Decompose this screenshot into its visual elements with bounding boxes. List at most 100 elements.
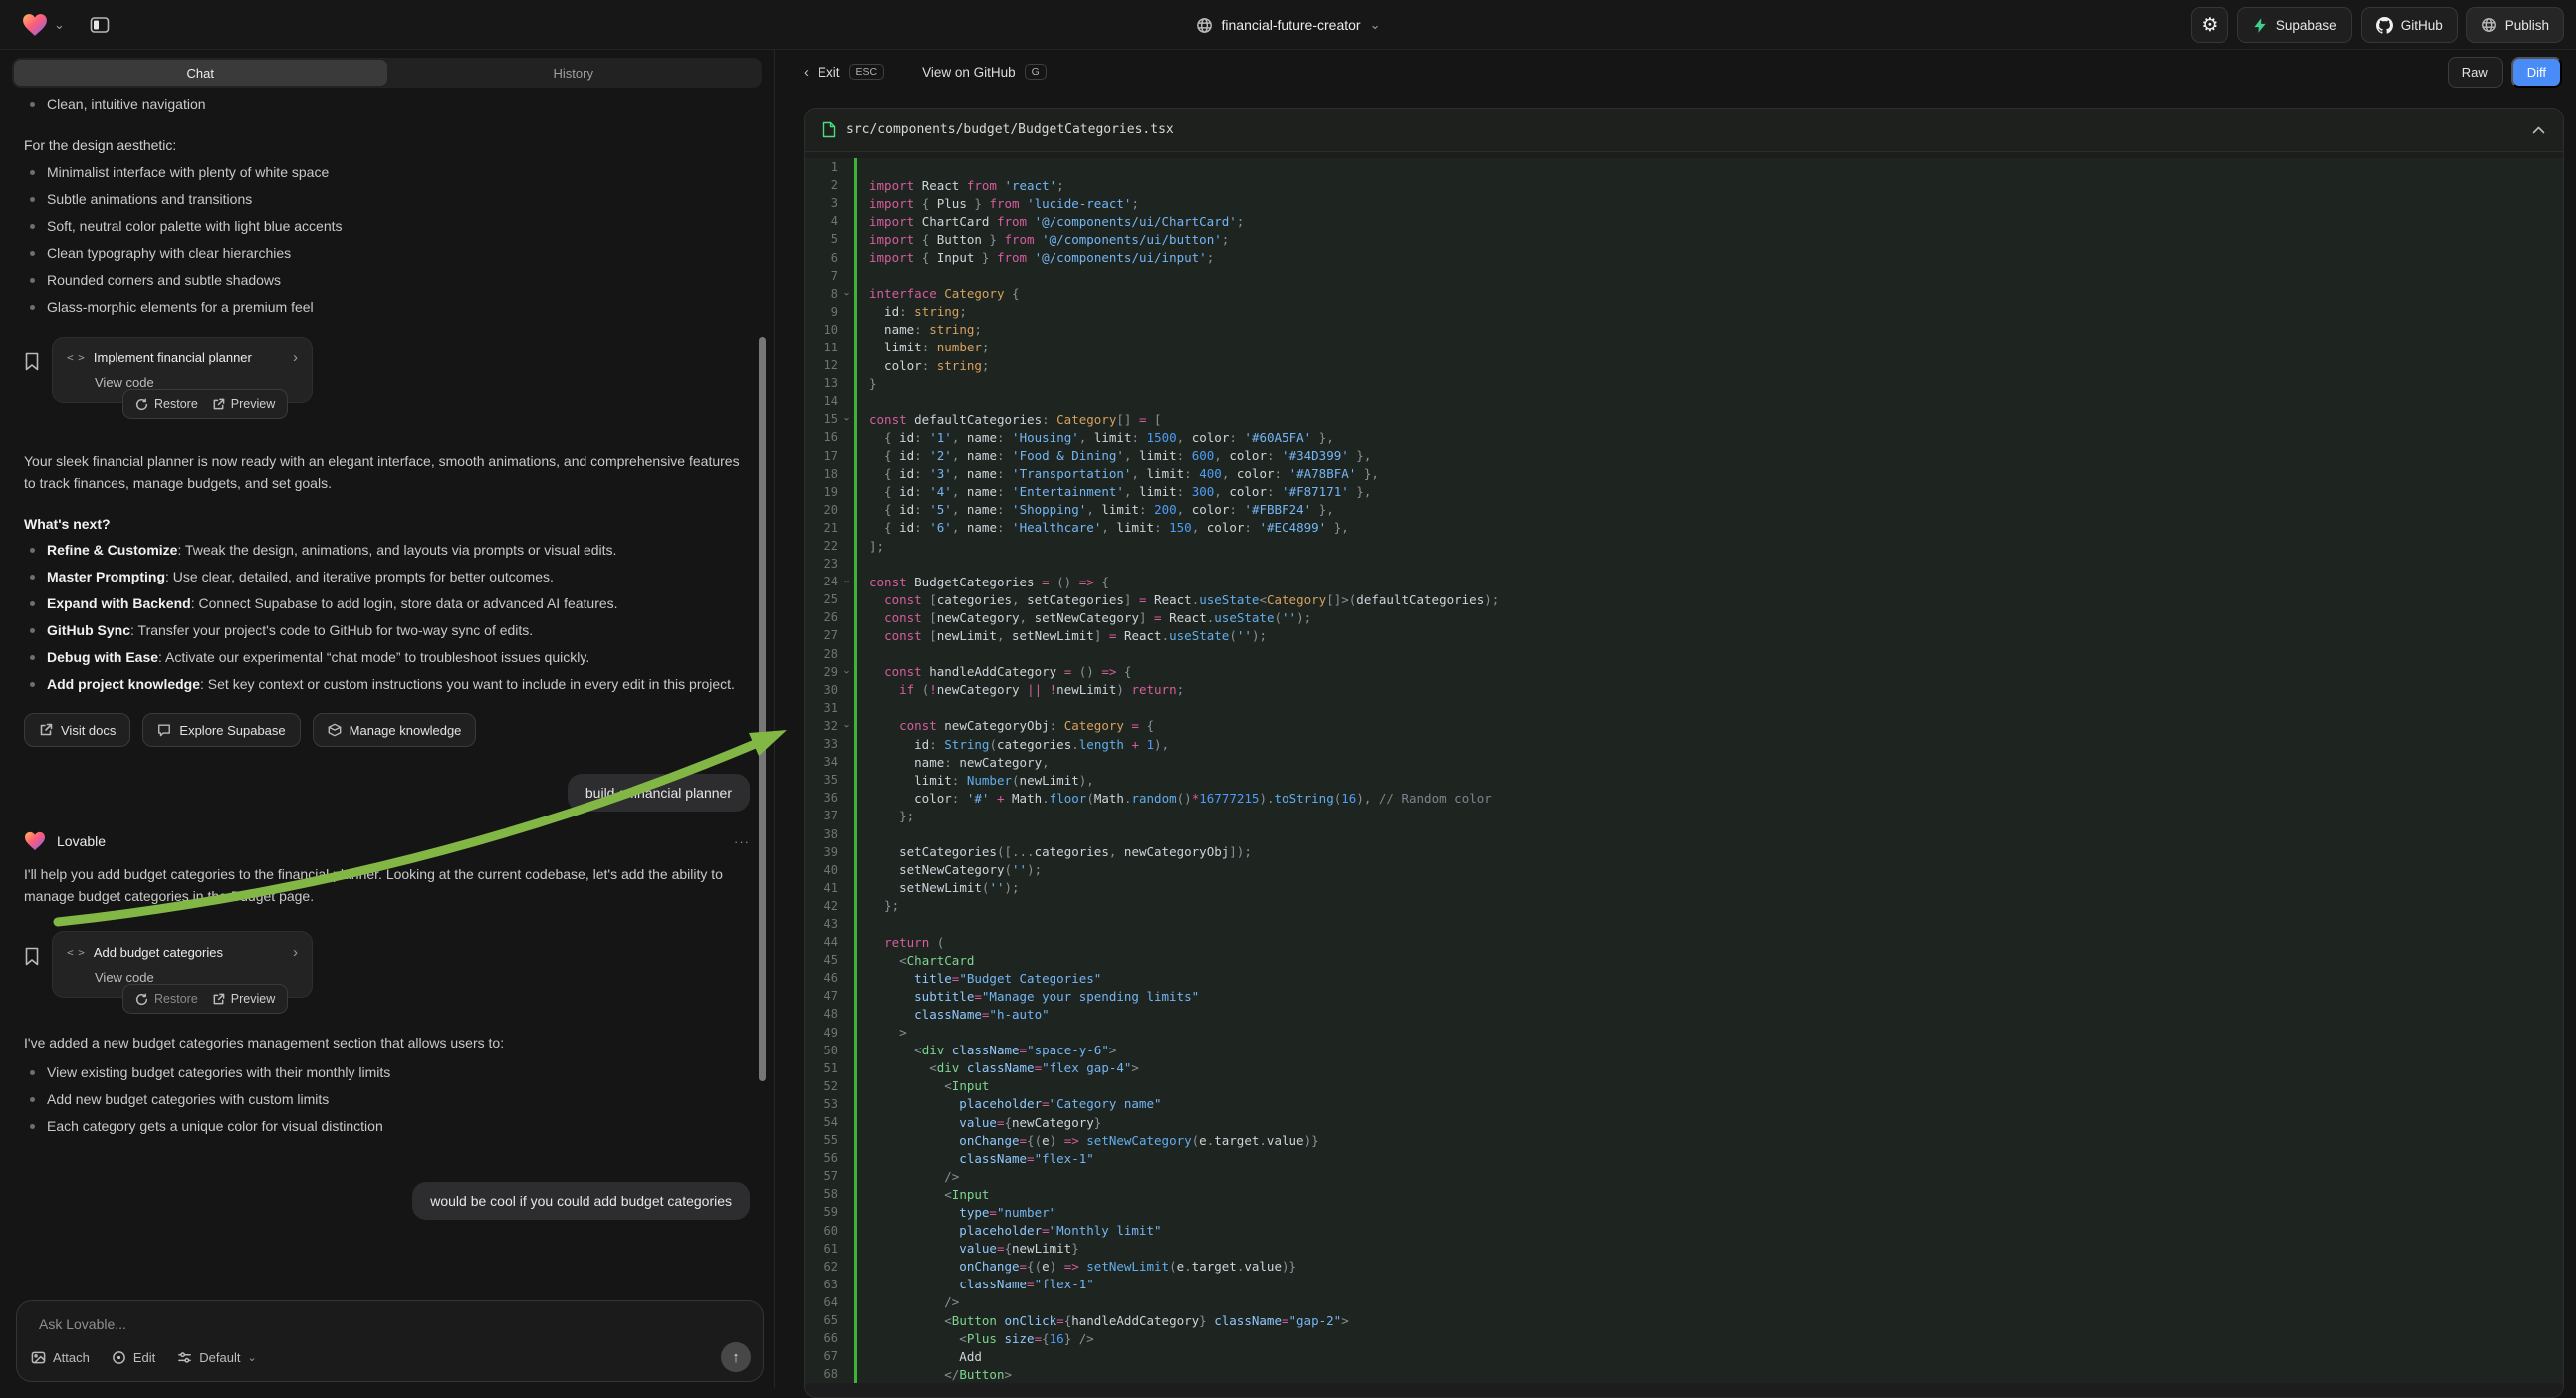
line-number: 27 bbox=[805, 628, 838, 642]
sliders-icon bbox=[177, 1350, 192, 1365]
attach-button[interactable]: Attach bbox=[31, 1350, 90, 1365]
github-button[interactable]: GitHub bbox=[2361, 7, 2458, 43]
list-item: Subtle animations and transitions bbox=[24, 189, 750, 209]
list-item: Rounded corners and subtle shadows bbox=[24, 270, 750, 290]
bullet-dot bbox=[30, 1097, 35, 1102]
view-on-github-button[interactable]: View on GitHub G bbox=[922, 64, 1047, 81]
restore-button[interactable]: Restore bbox=[135, 992, 198, 1006]
chat-scrollbar[interactable] bbox=[759, 337, 766, 1081]
prompt-input[interactable]: Ask Lovable... bbox=[39, 1316, 749, 1332]
next-steps-list: Refine & Customize: Tweak the design, an… bbox=[24, 540, 750, 694]
code-line: 54 value={newCategory} bbox=[805, 1113, 2563, 1131]
g-keycap: G bbox=[1025, 64, 1047, 81]
tab-history[interactable]: History bbox=[387, 60, 761, 86]
line-number: 16 bbox=[805, 430, 838, 444]
code-line: 35 limit: Number(newLimit), bbox=[805, 771, 2563, 789]
fold-chevron-icon[interactable]: › bbox=[837, 574, 855, 589]
code-line: 67 Add bbox=[805, 1347, 2563, 1365]
bullet-dot bbox=[30, 655, 35, 660]
code-editor[interactable]: 12import React from 'react';3import { Pl… bbox=[805, 152, 2563, 1383]
explore-supabase-button[interactable]: Explore Supabase bbox=[142, 713, 300, 747]
line-number: 30 bbox=[805, 683, 838, 697]
publish-globe-icon bbox=[2481, 17, 2497, 33]
code-line: 59 type="number" bbox=[805, 1203, 2563, 1221]
settings-button[interactable]: ⚙ bbox=[2191, 7, 2228, 43]
code-line: 44 return ( bbox=[805, 933, 2563, 951]
bookmark-icon[interactable] bbox=[24, 352, 40, 376]
list-item: Add project knowledge: Set key context o… bbox=[24, 674, 750, 694]
toggle-sidebar-icon[interactable] bbox=[85, 10, 115, 40]
restore-button[interactable]: Restore bbox=[135, 397, 198, 411]
workspace-caret-icon[interactable]: ⌄ bbox=[54, 17, 65, 33]
list-item: Clean typography with clear hierarchies bbox=[24, 243, 750, 263]
code-line: 40 setNewCategory(''); bbox=[805, 861, 2563, 879]
code-line: 10 name: string; bbox=[805, 321, 2563, 339]
exit-button[interactable]: ‹ Exit ESC bbox=[804, 64, 884, 81]
code-line: 39 setCategories([...categories, newCate… bbox=[805, 843, 2563, 861]
line-number: 26 bbox=[805, 610, 838, 624]
send-button[interactable]: ↑ bbox=[721, 1342, 751, 1372]
preview-button[interactable]: Preview bbox=[212, 992, 275, 1006]
tab-chat[interactable]: Chat bbox=[14, 60, 387, 86]
list-item: Each category gets a unique color for vi… bbox=[24, 1116, 750, 1136]
lovable-logo-icon[interactable] bbox=[22, 13, 48, 37]
project-title: financial-future-creator bbox=[1222, 17, 1361, 33]
model-selector[interactable]: Default ⌄ bbox=[177, 1350, 256, 1365]
project-switcher[interactable]: financial-future-creator ⌄ bbox=[1196, 0, 1381, 50]
lovable-heart-icon bbox=[24, 831, 46, 851]
view-code-link[interactable]: View code bbox=[95, 375, 298, 390]
raw-toggle-button[interactable]: Raw bbox=[2448, 57, 2503, 88]
code-line: 1 bbox=[805, 158, 2563, 176]
version-card-implement-planner[interactable]: < > Implement financial planner › View c… bbox=[52, 337, 313, 403]
bookmark-icon[interactable] bbox=[24, 947, 40, 971]
external-link-icon bbox=[212, 993, 225, 1006]
line-number: 50 bbox=[805, 1044, 838, 1057]
code-line: 16 { id: '1', name: 'Housing', limit: 15… bbox=[805, 428, 2563, 446]
code-line: 36 color: '#' + Math.floor(Math.random()… bbox=[805, 789, 2563, 807]
user-message-bubble: would be cool if you could add budget ca… bbox=[412, 1182, 750, 1220]
attach-image-icon bbox=[31, 1350, 46, 1365]
bullet-dot bbox=[30, 628, 35, 633]
chat-footer-buttons: Visit docs Explore Supabase Manage knowl… bbox=[24, 713, 750, 747]
line-number: 67 bbox=[805, 1349, 838, 1363]
line-number: 44 bbox=[805, 935, 838, 949]
bullet-dot bbox=[30, 575, 35, 580]
supabase-button[interactable]: Supabase bbox=[2237, 7, 2352, 43]
view-code-link[interactable]: View code bbox=[95, 970, 298, 985]
line-number: 38 bbox=[805, 827, 838, 841]
line-number: 53 bbox=[805, 1097, 838, 1111]
chat-panel: Chat History Clean, intuitive navigation… bbox=[0, 50, 775, 1388]
code-file-header[interactable]: src/components/budget/BudgetCategories.t… bbox=[805, 109, 2563, 152]
version-card-title: Implement financial planner bbox=[94, 350, 283, 365]
chat-scroll-area[interactable]: Clean, intuitive navigation For the desi… bbox=[0, 88, 774, 1292]
code-line: 23 bbox=[805, 555, 2563, 573]
bullet-dot bbox=[30, 278, 35, 283]
diff-toggle-button[interactable]: Diff bbox=[2511, 57, 2562, 88]
chat-bubble-icon bbox=[157, 723, 171, 737]
assistant-paragraph: I've added a new budget categories manag… bbox=[24, 1032, 750, 1053]
fold-chevron-icon[interactable]: › bbox=[837, 286, 855, 302]
publish-button[interactable]: Publish bbox=[2466, 7, 2564, 43]
visit-docs-button[interactable]: Visit docs bbox=[24, 713, 130, 747]
code-line: 38 bbox=[805, 824, 2563, 842]
edit-mode-button[interactable]: Edit bbox=[112, 1350, 155, 1365]
line-number: 56 bbox=[805, 1151, 838, 1165]
line-number: 15 bbox=[805, 412, 838, 426]
bullet-dot bbox=[30, 197, 35, 202]
line-number: 5 bbox=[805, 232, 838, 246]
collapse-file-icon[interactable] bbox=[2532, 126, 2545, 134]
line-number: 3 bbox=[805, 196, 838, 210]
fold-chevron-icon[interactable]: › bbox=[837, 664, 855, 680]
code-panel-header: ‹ Exit ESC View on GitHub G Raw Diff bbox=[776, 50, 2576, 94]
esc-keycap: ESC bbox=[849, 64, 885, 81]
line-number: 18 bbox=[805, 467, 838, 481]
manage-knowledge-button[interactable]: Manage knowledge bbox=[313, 713, 477, 747]
fold-chevron-icon[interactable]: › bbox=[837, 718, 855, 734]
version-card-add-budget-categories[interactable]: < > Add budget categories › View code Re… bbox=[52, 931, 313, 998]
preview-button[interactable]: Preview bbox=[212, 397, 275, 411]
fold-chevron-icon[interactable]: › bbox=[837, 411, 855, 427]
code-line: 62 onChange={(e) => setNewLimit(e.target… bbox=[805, 1258, 2563, 1276]
code-line: 61 value={newLimit} bbox=[805, 1240, 2563, 1258]
more-options-icon[interactable]: ··· bbox=[734, 834, 750, 849]
list-item: View existing budget categories with the… bbox=[24, 1062, 750, 1082]
